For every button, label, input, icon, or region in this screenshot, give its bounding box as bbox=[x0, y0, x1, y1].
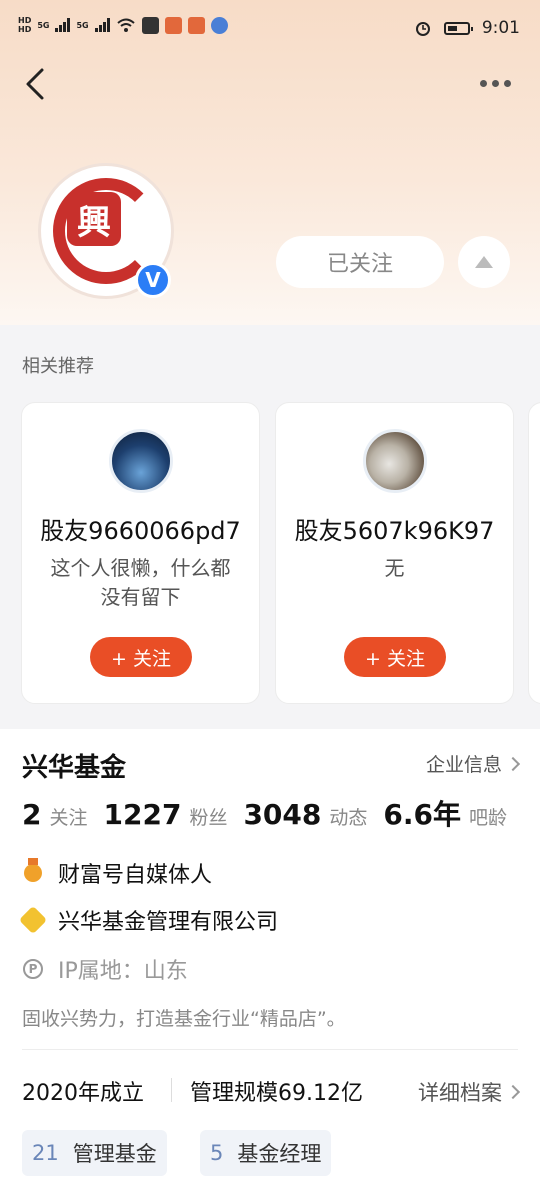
chip-label: 管理基金 bbox=[72, 1142, 157, 1166]
divider bbox=[22, 1049, 518, 1050]
enterprise-info-link[interactable]: 企业信息 bbox=[425, 750, 521, 777]
ip-location-row: P IP属地：山东 bbox=[22, 953, 188, 985]
battery-icon bbox=[443, 21, 473, 35]
chip-count: 21 bbox=[32, 1141, 59, 1165]
detail-archive-link[interactable]: 详细档案 bbox=[418, 1077, 521, 1107]
signal-label-2: 5G bbox=[76, 20, 89, 30]
chip-label: 基金经理 bbox=[237, 1142, 322, 1166]
signal-label-1: 5G bbox=[37, 20, 50, 30]
followed-button[interactable]: 已关注 bbox=[276, 236, 444, 288]
recommendation-card[interactable]: 股友5607k96K97 无 + 关注 bbox=[275, 402, 514, 704]
profile-name: 兴华基金 bbox=[22, 753, 127, 783]
separator bbox=[171, 1078, 172, 1102]
verified-badge-icon: V bbox=[135, 262, 171, 298]
app-notification-icon bbox=[164, 16, 182, 34]
followers-label[interactable]: 粉丝 bbox=[189, 803, 227, 830]
following-label[interactable]: 关注 bbox=[49, 803, 87, 830]
signal-bars-icon bbox=[94, 18, 110, 32]
management-scale: 管理规模69.12亿 bbox=[190, 1081, 363, 1106]
user-name[interactable]: 股友9660066pd7 bbox=[22, 511, 259, 546]
founded-year: 2020年成立 bbox=[22, 1081, 144, 1106]
recommendation-card[interactable]: 股友9660066pd7 这个人很懒，什么都没有留下 + 关注 bbox=[21, 402, 260, 704]
wifi-icon bbox=[116, 18, 135, 32]
user-description: 这个人很懒，什么都没有留下 bbox=[50, 556, 231, 609]
medal-icon bbox=[24, 858, 42, 882]
chevron-right-icon bbox=[505, 1084, 521, 1100]
signal-bars-icon bbox=[55, 18, 71, 32]
app-notification-icon bbox=[187, 16, 205, 34]
hd-tag-2: HD bbox=[18, 25, 32, 34]
detail-archive-label: 详细档案 bbox=[418, 1081, 502, 1105]
hd-tag-1: HD bbox=[18, 16, 32, 25]
follow-button[interactable]: + 关注 bbox=[344, 637, 446, 677]
account-age: 6.6年 bbox=[383, 798, 462, 831]
clock: 9:01 bbox=[481, 18, 520, 38]
badge-text: 兴华基金管理有限公司 bbox=[58, 910, 279, 935]
badge-row[interactable]: 兴华基金管理有限公司 bbox=[18, 904, 279, 936]
user-avatar[interactable] bbox=[108, 429, 173, 493]
profile-info: 兴华基金 企业信息 2 关注 1227 粉丝 3048 动态 6.6年 吧龄 财… bbox=[0, 729, 540, 1200]
following-count[interactable]: 2 bbox=[22, 798, 41, 831]
back-icon[interactable] bbox=[22, 64, 52, 104]
chevron-right-icon bbox=[505, 756, 521, 771]
browser-icon bbox=[210, 16, 228, 34]
recommendations-title: 相关推荐 bbox=[22, 356, 94, 377]
posts-count[interactable]: 3048 bbox=[243, 798, 321, 831]
profile-stats: 2 关注 1227 粉丝 3048 动态 6.6年 吧龄 bbox=[22, 793, 507, 833]
fund-managers-chip[interactable]: 5 基金经理 bbox=[200, 1130, 332, 1176]
ip-location: IP属地：山东 bbox=[58, 959, 188, 984]
follow-button[interactable]: + 关注 bbox=[90, 637, 192, 677]
managed-funds-chip[interactable]: 21 管理基金 bbox=[22, 1130, 167, 1176]
more-icon[interactable] bbox=[480, 80, 511, 87]
user-avatar[interactable] bbox=[362, 429, 427, 493]
enterprise-info-label: 企业信息 bbox=[425, 754, 502, 776]
user-description: 无 bbox=[384, 556, 405, 580]
triangle-up-icon bbox=[475, 256, 493, 268]
profile-bio: 固收兴势力，打造基金行业“精品店”。 bbox=[22, 1008, 346, 1030]
followers-count[interactable]: 1227 bbox=[104, 798, 182, 831]
alarm-icon bbox=[415, 22, 430, 36]
chip-count: 5 bbox=[210, 1141, 224, 1165]
logo-glyph: 興 bbox=[67, 192, 121, 246]
user-name[interactable]: 股友5607k96K97 bbox=[276, 511, 513, 546]
account-age-label: 吧龄 bbox=[469, 807, 508, 829]
recommendation-card-peek[interactable] bbox=[528, 402, 540, 704]
badge-row[interactable]: 财富号自媒体人 bbox=[22, 857, 212, 889]
posts-label[interactable]: 动态 bbox=[329, 803, 367, 830]
location-p-icon: P bbox=[23, 959, 43, 979]
network-tags: HD HD bbox=[18, 16, 31, 34]
message-app-icon bbox=[141, 16, 159, 34]
badge-text: 财富号自媒体人 bbox=[58, 863, 213, 888]
company-badge-icon bbox=[18, 905, 48, 935]
collapse-recommendations-button[interactable] bbox=[458, 236, 510, 288]
status-bar: HD HD 5G 5G 9:01 bbox=[0, 0, 540, 58]
